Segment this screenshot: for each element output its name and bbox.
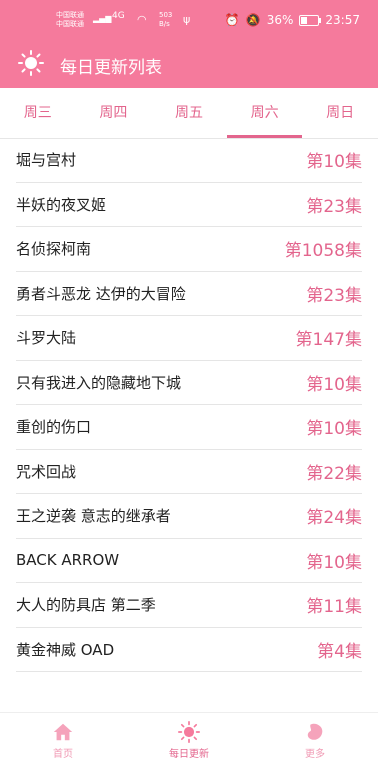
app-title: 每日更新列表 — [60, 58, 162, 78]
nav-more-label: 更多 — [305, 748, 325, 760]
list-item[interactable]: 勇者斗恶龙 达伊的大冒险 第23集 — [16, 272, 362, 316]
tab-saturday[interactable]: 周六 — [226, 88, 303, 138]
carrier-line-1: 中国联通 — [56, 11, 84, 19]
episode-label: 第11集 — [306, 597, 362, 618]
battery-icon — [299, 14, 322, 26]
anime-list: 堀与宫村 第10集 半妖的夜叉姬 第23集 名侦探柯南 第1058集 勇者斗恶龙 达伊… — [16, 138, 362, 672]
anime-title: BACK ARROW — [16, 551, 120, 570]
anime-title: 黄金神威 OAD — [16, 640, 115, 659]
list-item[interactable]: 大人的防具店 第二季 第11集 — [16, 583, 362, 628]
rate-unit: B/s — [159, 20, 170, 28]
bottom-nav: 首页 每日更新 更多 — [0, 712, 378, 767]
anime-title: 斗罗大陆 — [16, 329, 77, 348]
anime-title: 咒术回战 — [16, 462, 77, 481]
episode-label: 第10集 — [306, 374, 362, 395]
list-item[interactable]: 堀与宫村 第10集 — [16, 138, 362, 183]
tab-sunday[interactable]: 周日 — [302, 88, 378, 138]
wifi-icon: ◠ — [137, 13, 147, 26]
anime-title: 只有我进入的隐藏地下城 — [16, 373, 182, 392]
list-item[interactable]: 半妖的夜叉姬 第23集 — [16, 183, 362, 227]
signal-icon: ▂▄▆ — [93, 14, 112, 23]
nav-daily-update-label: 每日更新 — [169, 748, 209, 760]
list-item[interactable]: 只有我进入的隐藏地下城 第10集 — [16, 361, 362, 405]
app-bar: 每日更新列表 — [0, 40, 378, 88]
weekday-tabs: 周三 周四 周五 周六 周日 — [0, 88, 378, 139]
status-bar: 中国联通 中国联通 ▂▄▆ 4G ◠ 503 B/s ψ ⏰ 🔕 36% 23:… — [0, 0, 378, 40]
rate-value: 503 — [159, 11, 173, 19]
alarm-icon: ⏰ — [224, 13, 240, 27]
episode-label: 第22集 — [306, 463, 362, 484]
list-item[interactable]: 黄金神威 OAD 第4集 — [16, 628, 362, 672]
sun-icon — [178, 720, 200, 743]
nav-home[interactable]: 首页 — [0, 713, 126, 767]
battery-percent: 36% — [266, 13, 294, 27]
episode-label: 第10集 — [306, 152, 362, 173]
episode-label: 第10集 — [306, 552, 362, 573]
nav-home-label: 首页 — [53, 748, 73, 760]
mute-icon: 🔕 — [245, 13, 261, 27]
episode-label: 第23集 — [306, 196, 362, 217]
nav-more[interactable]: 更多 — [252, 713, 378, 767]
episode-label: 第1058集 — [284, 241, 362, 262]
anime-title: 大人的防具店 第二季 — [16, 596, 156, 615]
list-item[interactable]: 王之逆袭 意志的继承者 第24集 — [16, 494, 362, 539]
carrier-line-2: 中国联通 — [56, 20, 84, 28]
clock-time: 23:57 — [325, 13, 360, 27]
home-icon — [53, 723, 73, 740]
list-item[interactable]: BACK ARROW 第10集 — [16, 539, 362, 583]
episode-label: 第10集 — [306, 419, 362, 440]
tab-thursday[interactable]: 周四 — [76, 88, 152, 138]
episode-label: 第24集 — [306, 508, 362, 529]
anime-title: 勇者斗恶龙 达伊的大冒险 — [16, 284, 186, 303]
anime-title: 堀与宫村 — [16, 151, 77, 170]
anime-title: 半妖的夜叉姬 — [16, 195, 107, 214]
tab-friday[interactable]: 周五 — [151, 88, 227, 138]
episode-label: 第4集 — [317, 641, 362, 662]
anime-title: 重创的伤口 — [16, 418, 92, 437]
list-item[interactable]: 名侦探柯南 第1058集 — [16, 227, 362, 272]
list-item[interactable]: 重创的伤口 第10集 — [16, 405, 362, 450]
sun-icon[interactable] — [18, 50, 44, 76]
carrier-text: 中国联通 中国联通 — [56, 11, 84, 29]
anime-title: 王之逆袭 意志的继承者 — [16, 507, 171, 526]
anime-title: 名侦探柯南 — [16, 240, 92, 259]
network-rate: 503 B/s — [159, 11, 172, 29]
episode-label: 第147集 — [295, 330, 362, 351]
nav-daily-update[interactable]: 每日更新 — [126, 713, 252, 767]
network-type-text: 4G — [112, 11, 125, 21]
list-item[interactable]: 斗罗大陆 第147集 — [16, 316, 362, 361]
tab-wednesday[interactable]: 周三 — [0, 88, 76, 138]
bean-icon — [307, 723, 323, 740]
usb-icon: ψ — [183, 13, 191, 26]
list-item[interactable]: 咒术回战 第22集 — [16, 450, 362, 494]
episode-label: 第23集 — [306, 285, 362, 306]
